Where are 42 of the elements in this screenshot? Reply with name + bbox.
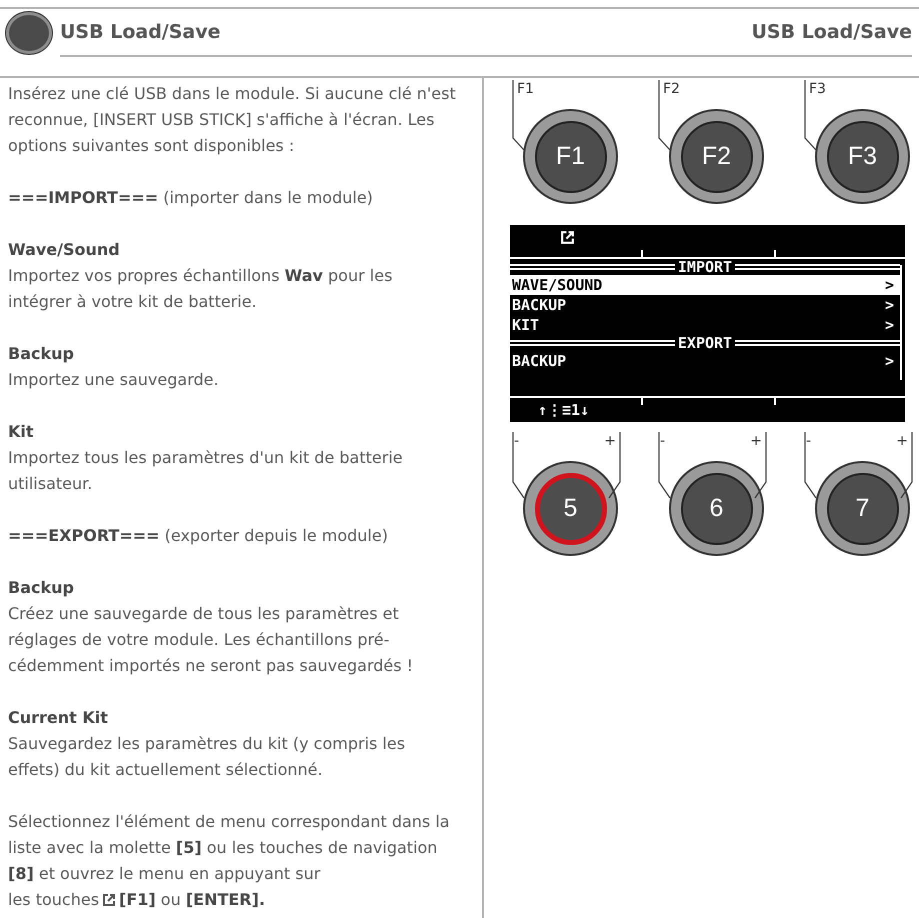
button-caption: F3 (809, 80, 827, 98)
paragraph: Insérez une clé USB dans le module. Si aucune clé n'est reconnue, [INSERT USB STICK] s'affiche à l'écran. Les options suivantes sont disponibles : (8, 83, 457, 157)
plus-label: + (604, 432, 616, 450)
paragraph: Importez une sauvegarde. (8, 369, 220, 391)
section-heading: Backup (8, 343, 75, 365)
minus-label: - (514, 432, 520, 450)
button-caption: F2 (663, 80, 681, 98)
plus-label: + (750, 432, 762, 450)
paragraph: Sauvegardez les paramètres du kit (y compris les effets) du kit actuellement sélectionné. (8, 733, 406, 781)
function-button[interactable]: F3 (815, 109, 910, 204)
knob-icon (6, 12, 52, 54)
minus-label: - (660, 432, 666, 450)
page-indicator: ↑⋮≡1↓ (538, 401, 590, 419)
plus-label: + (896, 432, 908, 450)
minus-label: - (806, 432, 812, 450)
arrow-box-icon (560, 230, 575, 245)
paragraph: les touches (8, 889, 100, 911)
page-title: USB Load/Save (60, 21, 221, 43)
paragraph: Créez une sauvegarde de tous les paramètres et réglages de votre module. Les échantillons pré-cédemment importés ne seront pas sauvegardés ! (8, 603, 414, 677)
menu-item[interactable]: WAVE/SOUND > (510, 275, 900, 295)
menu-item[interactable]: KIT > (510, 315, 900, 335)
paragraph: Importez vos propres échantillons Wav pour les intégrer à votre kit de batterie. (8, 265, 394, 313)
section-heading: Kit (8, 421, 35, 443)
paragraph: ===IMPORT=== (importer dans le module) (8, 187, 374, 209)
rotary-knob[interactable]: 5 (523, 461, 618, 556)
key-names: [F1] ou [ENTER]. (119, 889, 266, 911)
button-caption: F1 (517, 80, 535, 98)
arrow-box-icon (102, 893, 116, 907)
function-button[interactable]: F2 (669, 109, 764, 204)
menu-item[interactable]: BACKUP > (510, 351, 900, 371)
rotary-knob[interactable]: 6 (669, 461, 764, 556)
paragraph: Importez tous les paramètres d'un kit de batterie utilisateur. (8, 447, 404, 495)
section-heading: Current Kit (8, 707, 109, 729)
menu-item[interactable]: BACKUP > (510, 295, 900, 315)
section-heading: Backup (8, 577, 75, 599)
paragraph: ===EXPORT=== (exporter depuis le module) (8, 525, 389, 547)
menu-section-title: EXPORT (676, 335, 734, 351)
function-button[interactable]: F1 (523, 109, 618, 204)
section-heading: Wave/Sound (8, 239, 121, 261)
page-title: USB Load/Save (751, 21, 912, 43)
rotary-knob[interactable]: 7 (815, 461, 910, 556)
menu-section-title: IMPORT (676, 259, 734, 275)
